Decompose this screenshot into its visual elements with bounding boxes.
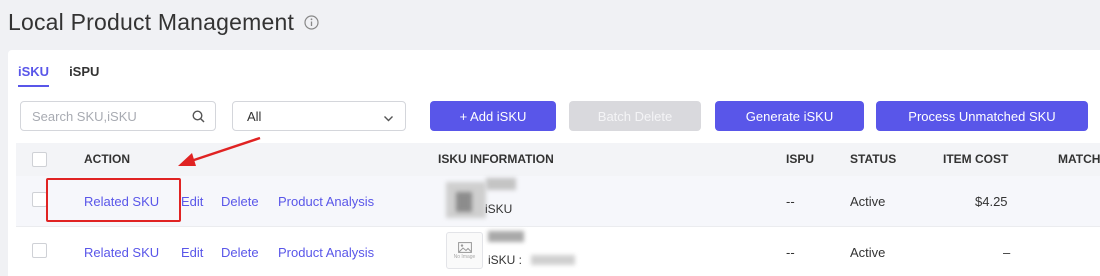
image-placeholder-icon xyxy=(457,241,472,253)
product-thumbnail: No Image xyxy=(446,232,483,269)
info-icon[interactable] xyxy=(304,15,319,30)
related-sku-link[interactable]: Related SKU xyxy=(84,245,159,260)
status-value: Active xyxy=(850,194,886,209)
product-analysis-link[interactable]: Product Analysis xyxy=(278,194,374,209)
status-filter-value: All xyxy=(247,108,262,124)
tab-bar: iSKU iSPU xyxy=(18,64,119,87)
process-unmatched-sku-button[interactable]: Process Unmatched SKU xyxy=(876,101,1088,131)
generate-isku-button[interactable]: Generate iSKU xyxy=(715,101,864,131)
tab-ispu[interactable]: iSPU xyxy=(69,64,99,87)
select-all-checkbox[interactable] xyxy=(32,152,47,167)
item-cost-value: – xyxy=(1003,245,1011,260)
edit-link[interactable]: Edit xyxy=(181,245,203,260)
ispu-value: -- xyxy=(786,194,795,209)
column-status: STATUS xyxy=(850,152,897,166)
page-title: Local Product Management xyxy=(8,9,295,35)
product-analysis-link[interactable]: Product Analysis xyxy=(278,245,374,260)
ispu-value: -- xyxy=(786,245,795,260)
table-row: Related SKU Edit Delete Product Analysis… xyxy=(16,227,1100,276)
annotation-arrow xyxy=(178,136,261,166)
related-sku-link[interactable]: Related SKU xyxy=(84,194,159,209)
page-header: Local Product Management xyxy=(8,9,319,36)
redacted-text xyxy=(486,178,516,190)
column-ispu: ISPU xyxy=(786,152,815,166)
isku-label: iSKU : xyxy=(488,253,523,267)
delete-link[interactable]: Delete xyxy=(221,245,259,260)
redacted-text xyxy=(531,255,575,265)
row-checkbox[interactable] xyxy=(32,192,47,207)
thumbnail-caption: No Image xyxy=(453,253,476,260)
toolbar: All + Add iSKU Batch Delete Generate iSK… xyxy=(20,101,1100,131)
chevron-down-icon xyxy=(383,112,394,123)
column-match: MATCH xyxy=(1058,152,1100,166)
delete-link[interactable]: Delete xyxy=(221,194,259,209)
batch-delete-button[interactable]: Batch Delete xyxy=(569,101,701,131)
tab-isku[interactable]: iSKU xyxy=(18,64,50,87)
status-value: Active xyxy=(850,245,886,260)
redacted-image xyxy=(456,192,472,212)
table-row: Related SKU Edit Delete Product Analysis… xyxy=(16,176,1100,227)
column-isku-information: ISKU INFORMATION xyxy=(438,152,554,166)
isku-label: iSKU xyxy=(485,202,513,216)
search-input[interactable] xyxy=(32,108,182,124)
column-action: ACTION xyxy=(84,152,130,166)
status-filter-select[interactable]: All xyxy=(232,101,406,131)
search-box xyxy=(20,101,216,131)
add-isku-button[interactable]: + Add iSKU xyxy=(430,101,556,131)
item-cost-value: $4.25 xyxy=(975,194,1008,209)
search-icon[interactable] xyxy=(192,110,205,123)
row-checkbox[interactable] xyxy=(32,243,47,258)
redacted-text xyxy=(488,231,524,242)
column-item-cost: ITEM COST xyxy=(943,152,1009,166)
edit-link[interactable]: Edit xyxy=(181,194,203,209)
